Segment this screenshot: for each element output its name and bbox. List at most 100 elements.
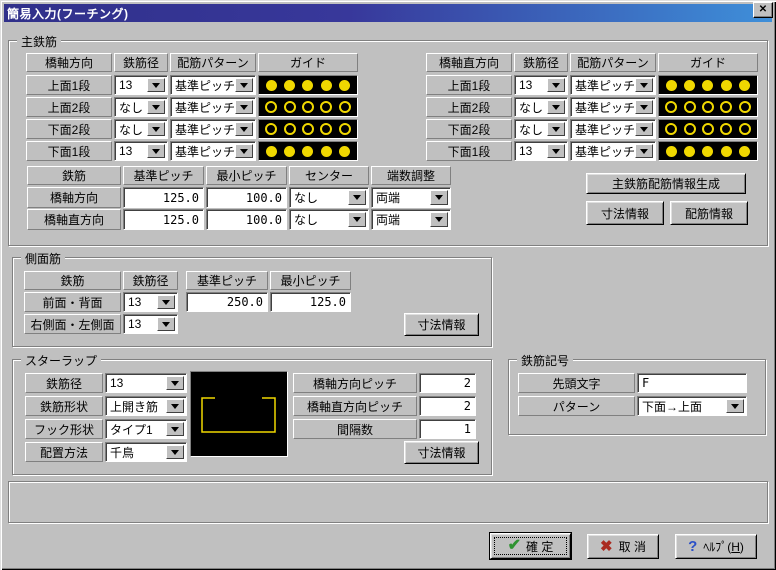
table-row: 鉄筋形状 上開き筋 [25,396,187,416]
chevron-down-icon[interactable] [157,317,175,331]
edge-adjust-combo[interactable]: 両端 [371,187,451,208]
pattern-combo[interactable]: 基準ピッチ [570,97,656,117]
help-button[interactable]: ? ﾍﾙﾌﾟ(H) [675,534,757,559]
interval-count-input[interactable] [419,419,476,439]
pitch-header-edge: 端数調整 [371,166,451,185]
chevron-down-icon[interactable] [547,78,565,92]
pattern-combo[interactable]: 基準ピッチ [170,119,256,139]
chevron-down-icon[interactable] [166,445,184,459]
rebar-dia-combo[interactable]: 13 [114,141,168,161]
pattern-combo[interactable]: 基準ピッチ [570,119,656,139]
cancel-button[interactable]: ✖ 取 消 [587,534,659,559]
row-label: 橋軸直方向 [27,209,121,230]
axis-pitch-input[interactable] [419,373,476,393]
symbol-pattern-combo[interactable]: 下面→上面 [637,396,747,416]
chevron-down-icon[interactable] [430,212,448,227]
base-pitch-input[interactable] [123,209,204,230]
rebar-dot-icon [284,123,296,135]
dimension-info-button[interactable]: 寸法情報 [404,441,479,464]
min-pitch-input[interactable] [206,187,287,208]
rebar-dia-combo[interactable]: 13 [514,141,568,161]
chevron-down-icon[interactable] [235,78,253,92]
center-combo[interactable]: なし [289,209,369,230]
chevron-down-icon[interactable] [235,100,253,114]
chevron-down-icon[interactable] [635,78,653,92]
rebar-dia-combo[interactable]: 13 [123,292,178,312]
pattern-combo[interactable]: 基準ピッチ [170,75,256,95]
rebar-dot-icon [302,146,313,157]
base-pitch-input[interactable] [186,292,268,312]
stirrup-shape-icon [191,372,287,456]
rebar-dia-combo[interactable]: 13 [514,75,568,95]
chevron-down-icon[interactable] [635,122,653,136]
guide-panel [258,75,358,95]
stirrup-shape-combo[interactable]: 上開き筋 [105,396,187,416]
rebar-dot-icon [720,101,732,113]
rebar-dia-combo[interactable]: なし [514,97,568,117]
table-row: パターン 下面→上面 [518,396,747,416]
rebar-dot-icon [265,123,277,135]
chevron-down-icon[interactable] [147,100,165,114]
chevron-down-icon[interactable] [157,295,175,309]
stirrup-dia-combo[interactable]: 13 [105,373,187,393]
pattern-combo[interactable]: 基準ピッチ [570,141,656,161]
combo-value: 13 [124,315,157,333]
placement-method-combo[interactable]: 千鳥 [105,442,187,462]
rebar-dia-combo[interactable]: なし [114,119,168,139]
combo-value: 基準ピッチ [171,76,235,94]
rebar-dot-icon [266,80,277,91]
min-pitch-input[interactable] [270,292,351,312]
chevron-down-icon[interactable] [166,422,184,436]
arrangement-info-button[interactable]: 配筋情報 [670,201,748,225]
row-label: 橋軸方向 [27,187,121,208]
base-pitch-input[interactable] [123,187,204,208]
pattern-combo[interactable]: 基準ピッチ [570,75,656,95]
chevron-down-icon[interactable] [635,144,653,158]
chevron-down-icon[interactable] [166,376,184,390]
min-pitch-input[interactable] [206,209,287,230]
table-row: 前面・背面 13 [24,292,351,312]
dimension-info-button[interactable]: 寸法情報 [404,313,479,336]
combo-value: 13 [515,76,547,94]
chevron-down-icon[interactable] [147,122,165,136]
chevron-down-icon[interactable] [147,144,165,158]
chevron-down-icon[interactable] [547,122,565,136]
pattern-combo[interactable]: 基準ピッチ [170,97,256,117]
edge-adjust-combo[interactable]: 両端 [371,209,451,230]
chevron-down-icon[interactable] [348,212,366,227]
rebar-dot-icon [320,123,332,135]
chevron-down-icon[interactable] [235,122,253,136]
perp-pitch-input[interactable] [419,396,476,416]
rebar-dot-icon [721,80,732,91]
chevron-down-icon[interactable] [726,399,744,413]
rebar-dia-combo[interactable]: なし [114,97,168,117]
chevron-down-icon[interactable] [348,190,366,205]
generate-main-rebar-button[interactable]: 主鉄筋配筋情報生成 [586,173,746,194]
rebar-dia-combo[interactable]: 13 [114,75,168,95]
rebar-dot-icon [702,101,714,113]
rebar-dia-combo[interactable]: なし [514,119,568,139]
chevron-down-icon[interactable] [547,144,565,158]
chevron-down-icon[interactable] [166,399,184,413]
row-label: 下面1段 [26,141,112,161]
combo-value: 下面→上面 [638,397,726,415]
rebar-dot-icon [702,123,714,135]
chevron-down-icon[interactable] [235,144,253,158]
rebar-dot-icon [684,123,696,135]
pattern-combo[interactable]: 基準ピッチ [170,141,256,161]
hook-shape-combo[interactable]: タイプ1 [105,419,187,439]
prefix-char-input[interactable] [637,373,747,393]
ok-button[interactable]: ✔ 確 定 [490,533,571,559]
chevron-down-icon[interactable] [147,78,165,92]
titlebar[interactable]: 簡易入力(フーチング) [4,4,772,22]
close-button[interactable]: ✕ [753,2,773,18]
dimension-info-button[interactable]: 寸法情報 [586,201,664,225]
row-label: 先頭文字 [518,373,635,393]
rebar-dia-combo[interactable]: 13 [123,314,178,334]
center-combo[interactable]: なし [289,187,369,208]
chevron-down-icon[interactable] [547,100,565,114]
rebar-dot-icon [321,80,332,91]
chevron-down-icon[interactable] [635,100,653,114]
chevron-down-icon[interactable] [430,190,448,205]
rebar-dot-icon [665,101,677,113]
